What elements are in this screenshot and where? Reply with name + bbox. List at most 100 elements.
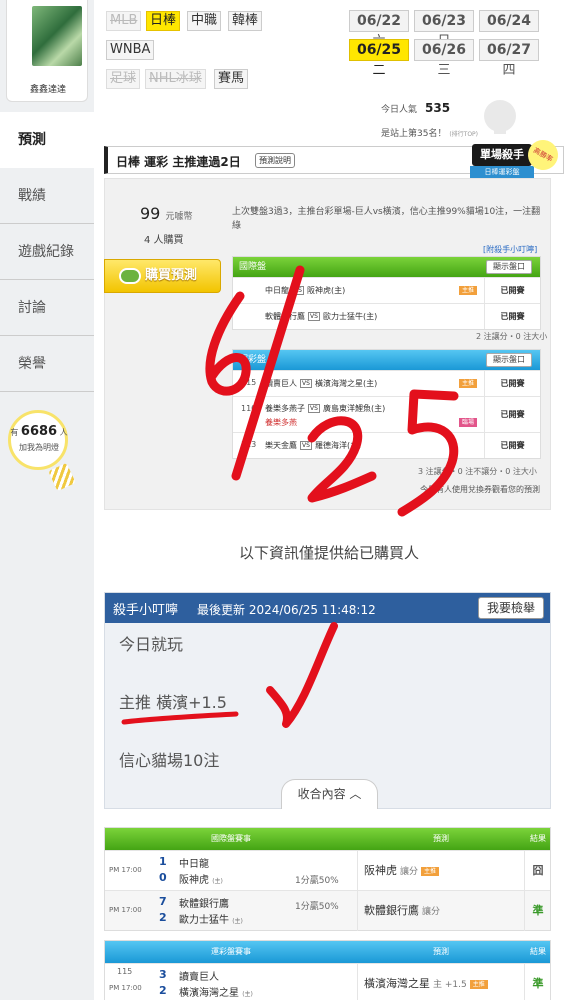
username[interactable]: 鑫鑫達達 xyxy=(7,82,89,95)
helper-unit: 人 xyxy=(59,428,68,437)
intl-table-header: 國際盤 顯示盤口 xyxy=(233,257,540,277)
away-team: 養樂多燕子 xyxy=(265,404,305,413)
nav-item-honor[interactable]: 榮譽 xyxy=(0,336,94,392)
badge-sub: 日棒運彩盤 xyxy=(470,166,534,178)
helper-bulb[interactable]: 有 6686 人 加我為明燈 xyxy=(6,410,76,492)
game-time: PM 17:00 xyxy=(109,866,142,874)
home-team: 歐力士猛牛(主) xyxy=(323,312,378,321)
tips-updated: 最後更新 2024/06/25 11:48:12 xyxy=(197,601,376,618)
lottery-table: 運彩盤 顯示盤口 115 讀賣巨人 VS 橫濱海灣之星(主) 主推 已開賽 110 養… xyxy=(232,349,541,459)
plan-rule-button[interactable]: 預測說明 xyxy=(255,153,295,168)
col-games: 國際盤賽事 xyxy=(211,834,251,843)
helper-note[interactable]: 加我為明燈 xyxy=(6,442,72,453)
table-row: 中日龍 VS 阪神虎(主) 主推 已開賽 xyxy=(233,277,540,303)
sport-kbo[interactable]: 韓棒 xyxy=(228,11,263,31)
buy-label: 購買預測 xyxy=(145,268,198,283)
badge-main: 單場殺手 xyxy=(472,144,532,166)
vs-icon: VS xyxy=(308,404,320,413)
date-0622[interactable]: 06/22 六 xyxy=(349,10,409,49)
plan-title: 日棒 運彩 主推連過2日 xyxy=(116,155,241,169)
table-row: PM 17:00 1 0 中日龍 阪神虎 (主) 1分贏50% 阪神虎 讓分 主推 … xyxy=(105,850,550,891)
col-pick: 預測 xyxy=(433,947,449,956)
away-team: 中日龍 xyxy=(179,859,209,870)
pick-cell: 軟體銀行鷹 讓分 xyxy=(357,891,525,931)
intl-table: 國際盤 顯示盤口 中日龍 VS 阪神虎(主) 主推 已開賽 軟體銀行鷹 VS 歐力士猛牛(… xyxy=(232,256,541,330)
chevron-up-icon: ︿ xyxy=(349,787,362,801)
collapse-button[interactable]: 收合內容 ︿ xyxy=(281,779,378,809)
rank-label: 是站上第35名！ xyxy=(381,129,447,139)
game-state: 已開賽 xyxy=(484,397,540,432)
sport-nhl[interactable]: NHL冰球 xyxy=(145,69,206,89)
nav-item-record[interactable]: 戰績 xyxy=(0,168,94,224)
results-header: 運彩盤賽事 預測 結果 xyxy=(105,941,550,963)
vs-icon: VS xyxy=(300,441,312,450)
home-score: 2 xyxy=(159,911,167,924)
spread-line: 1分贏50% xyxy=(295,876,339,886)
away-score: 1 xyxy=(159,855,167,868)
popularity-value: 535 xyxy=(425,101,451,115)
exchange-hint: 今日有人使用兌換券觀看您的預測 xyxy=(420,485,540,494)
tips-header: 殺手小叮嚀 最後更新 2024/06/25 11:48:12 我要檢舉 xyxy=(105,593,550,623)
user-card[interactable]: 鑫鑫達達 xyxy=(6,0,88,102)
col-result: 結果 xyxy=(530,834,546,843)
pick-team: 橫濱海灣之星 xyxy=(364,977,430,990)
lottery-results-table: 運彩盤賽事 預測 結果 115 PM 17:00 3 2 讀賣巨人 橫濱海灣之星… xyxy=(104,940,551,1000)
price-value: 99 xyxy=(140,204,161,223)
date-0623[interactable]: 06/23 日 xyxy=(414,10,474,49)
home-score: 0 xyxy=(159,871,167,884)
tip-line: 今日就玩 xyxy=(119,635,184,654)
col-result: 結果 xyxy=(530,947,546,956)
nav-item-discuss[interactable]: 討論 xyxy=(0,280,94,336)
coin-icon xyxy=(119,268,141,284)
helper-prefix: 有 xyxy=(10,428,19,437)
date-0626[interactable]: 06/26 三 xyxy=(414,39,474,78)
live-pick-tag: 臨場 xyxy=(459,418,477,427)
sport-mlb[interactable]: MLB xyxy=(106,11,142,31)
nav-item-game-log[interactable]: 遊戲紀錄 xyxy=(0,224,94,280)
bulb-base-icon xyxy=(48,462,76,492)
lottery-table-header: 運彩盤 顯示盤口 xyxy=(233,350,540,370)
spread-line: 1分贏50% xyxy=(295,902,339,912)
buy-prediction-button[interactable]: 購買預測 xyxy=(104,259,221,293)
helper-count: 6686 xyxy=(20,424,58,439)
table-row: 113 樂天金鷹 VS 羅德海洋(主) 已開賽 xyxy=(233,432,540,458)
date-day: 二 xyxy=(372,63,386,78)
home-team: 羅德海洋(主) xyxy=(315,441,362,450)
updated-time: 2024/06/25 11:48:12 xyxy=(248,603,376,617)
date-md: 06/24 xyxy=(486,13,532,29)
date-0624[interactable]: 06/24 一 xyxy=(479,10,539,49)
pick-cell: 阪神虎 讓分 主推 xyxy=(357,851,525,891)
pick-type: 主 +1.5 xyxy=(433,980,467,990)
buyers-only-notice: 以下資訊僅提供給已購買人 xyxy=(238,544,419,562)
table-row: PM 17:00 7 2 軟體銀行鷹 歐力士猛牛 (主) 1分贏50% 軟體銀行… xyxy=(105,890,550,931)
sport-wnba[interactable]: WNBA xyxy=(106,40,155,60)
avatar[interactable] xyxy=(32,6,82,66)
sport-cpbl[interactable]: 中職 xyxy=(187,11,222,31)
main-pick-tag: 主推 xyxy=(459,286,477,295)
away-score: 3 xyxy=(159,968,167,981)
show-odds-button[interactable]: 顯示盤口 xyxy=(486,353,532,367)
table-row: 115 PM 17:00 3 2 讀賣巨人 橫濱海灣之星 (主) 橫濱海灣之星主… xyxy=(105,963,550,1000)
away-team: 軟體銀行鷹 xyxy=(179,899,229,910)
report-button[interactable]: 我要檢舉 xyxy=(477,597,544,619)
tip-link[interactable]: [附殺手小叮嚀] xyxy=(483,244,537,255)
home-mark: (主) xyxy=(232,918,243,925)
date-0625[interactable]: 06/25 二 xyxy=(349,39,409,78)
sport-horse[interactable]: 賽馬 xyxy=(214,69,249,89)
show-odds-button[interactable]: 顯示盤口 xyxy=(486,260,532,274)
date-md: 06/22 xyxy=(356,13,402,29)
trophy-watermark-icon xyxy=(484,100,516,134)
main-pick-tag: 主推 xyxy=(469,979,488,989)
date-0627[interactable]: 06/27 四 xyxy=(479,39,539,78)
away-team: 中日龍 xyxy=(265,286,289,295)
killer-badge: 單場殺手 日棒運彩盤 高勝率 xyxy=(470,134,564,180)
price-unit: 元噱幣 xyxy=(165,212,193,222)
away-team: 讀賣巨人 xyxy=(265,379,297,388)
sport-soccer[interactable]: 足球 xyxy=(106,69,141,89)
nav-item-predict[interactable]: 預測 xyxy=(0,112,94,168)
sport-npb[interactable]: 日棒 xyxy=(146,11,181,31)
home-team: 橫濱海灣之星 xyxy=(179,988,239,999)
popularity-label: 今日人氣 xyxy=(381,105,418,115)
date-day: 四 xyxy=(502,63,516,78)
home-team: 橫濱海灣之星(主) xyxy=(315,379,378,388)
